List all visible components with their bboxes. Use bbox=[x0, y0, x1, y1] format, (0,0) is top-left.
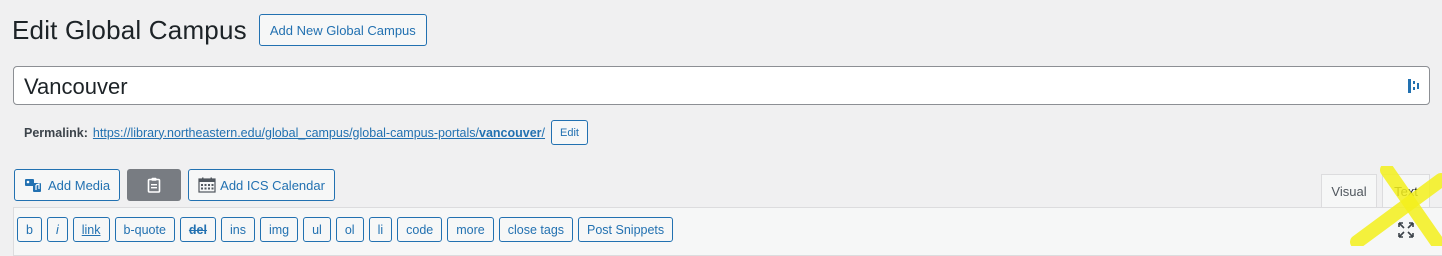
post-title-input[interactable]: Vancouver bbox=[13, 66, 1430, 105]
permalink-edit-button[interactable]: Edit bbox=[551, 120, 588, 145]
permalink-label: Permalink: bbox=[24, 125, 88, 140]
quicktag-bold-button[interactable]: b bbox=[17, 217, 42, 242]
quicktag-code-button[interactable]: code bbox=[397, 217, 443, 242]
tab-text[interactable]: Text bbox=[1382, 174, 1430, 207]
fullscreen-icon[interactable] bbox=[1397, 221, 1415, 239]
quicktag-link-button[interactable]: link bbox=[72, 217, 110, 242]
quicktags-toolbar: b i link b-quote del ins img ul ol li co… bbox=[13, 207, 1442, 256]
permalink-link[interactable]: https://library.northeastern.edu/global_… bbox=[93, 126, 545, 140]
permalink-row: Permalink: https://library.northeastern.… bbox=[24, 120, 588, 145]
quicktags-buttons: b i link b-quote del ins img ul ol li co… bbox=[17, 217, 678, 242]
permalink-slug: vancouver bbox=[479, 125, 542, 140]
add-media-icon bbox=[25, 179, 41, 192]
add-ics-label: Add ICS Calendar bbox=[220, 177, 325, 193]
quicktag-img-button[interactable]: img bbox=[259, 217, 299, 242]
quicktag-del-button[interactable]: del bbox=[179, 217, 216, 242]
add-new-global-campus-button[interactable]: Add New Global Campus bbox=[258, 14, 427, 46]
quicktag-ul-button[interactable]: ul bbox=[303, 217, 331, 242]
title-field-icon[interactable] bbox=[1407, 78, 1421, 94]
add-ics-calendar-button[interactable]: Add ICS Calendar bbox=[188, 169, 335, 201]
clipboard-button[interactable] bbox=[127, 169, 182, 201]
editor-tabs: Visual Text bbox=[1321, 174, 1430, 207]
page-title: Edit Global Campus bbox=[12, 14, 247, 45]
quicktag-italic-button[interactable]: i bbox=[46, 217, 68, 242]
permalink-url-base: https://library.northeastern.edu/global_… bbox=[92, 125, 480, 140]
calendar-icon bbox=[198, 177, 216, 193]
quicktag-ol-button[interactable]: ol bbox=[335, 217, 364, 242]
quicktag-post-snippets-button[interactable]: Post Snippets bbox=[578, 217, 674, 242]
quicktag-li-button[interactable]: li bbox=[368, 217, 393, 242]
quicktag-blockquote-button[interactable]: b-quote bbox=[114, 217, 175, 242]
add-media-button[interactable]: Add Media bbox=[14, 169, 121, 201]
add-media-label: Add Media bbox=[48, 177, 111, 193]
media-buttons: Add Media Add ICS Calendar bbox=[14, 169, 335, 201]
clipboard-icon bbox=[147, 177, 161, 193]
title-row: Edit Global Campus Add New Global Campus bbox=[12, 14, 427, 46]
quicktag-ins-button[interactable]: ins bbox=[220, 217, 255, 242]
quicktag-more-button[interactable]: more bbox=[447, 217, 494, 242]
tab-visual[interactable]: Visual bbox=[1321, 174, 1377, 207]
post-title-value[interactable]: Vancouver bbox=[24, 74, 128, 100]
permalink-trailing: / bbox=[541, 125, 546, 140]
quicktag-close-tags-button[interactable]: close tags bbox=[498, 217, 574, 242]
